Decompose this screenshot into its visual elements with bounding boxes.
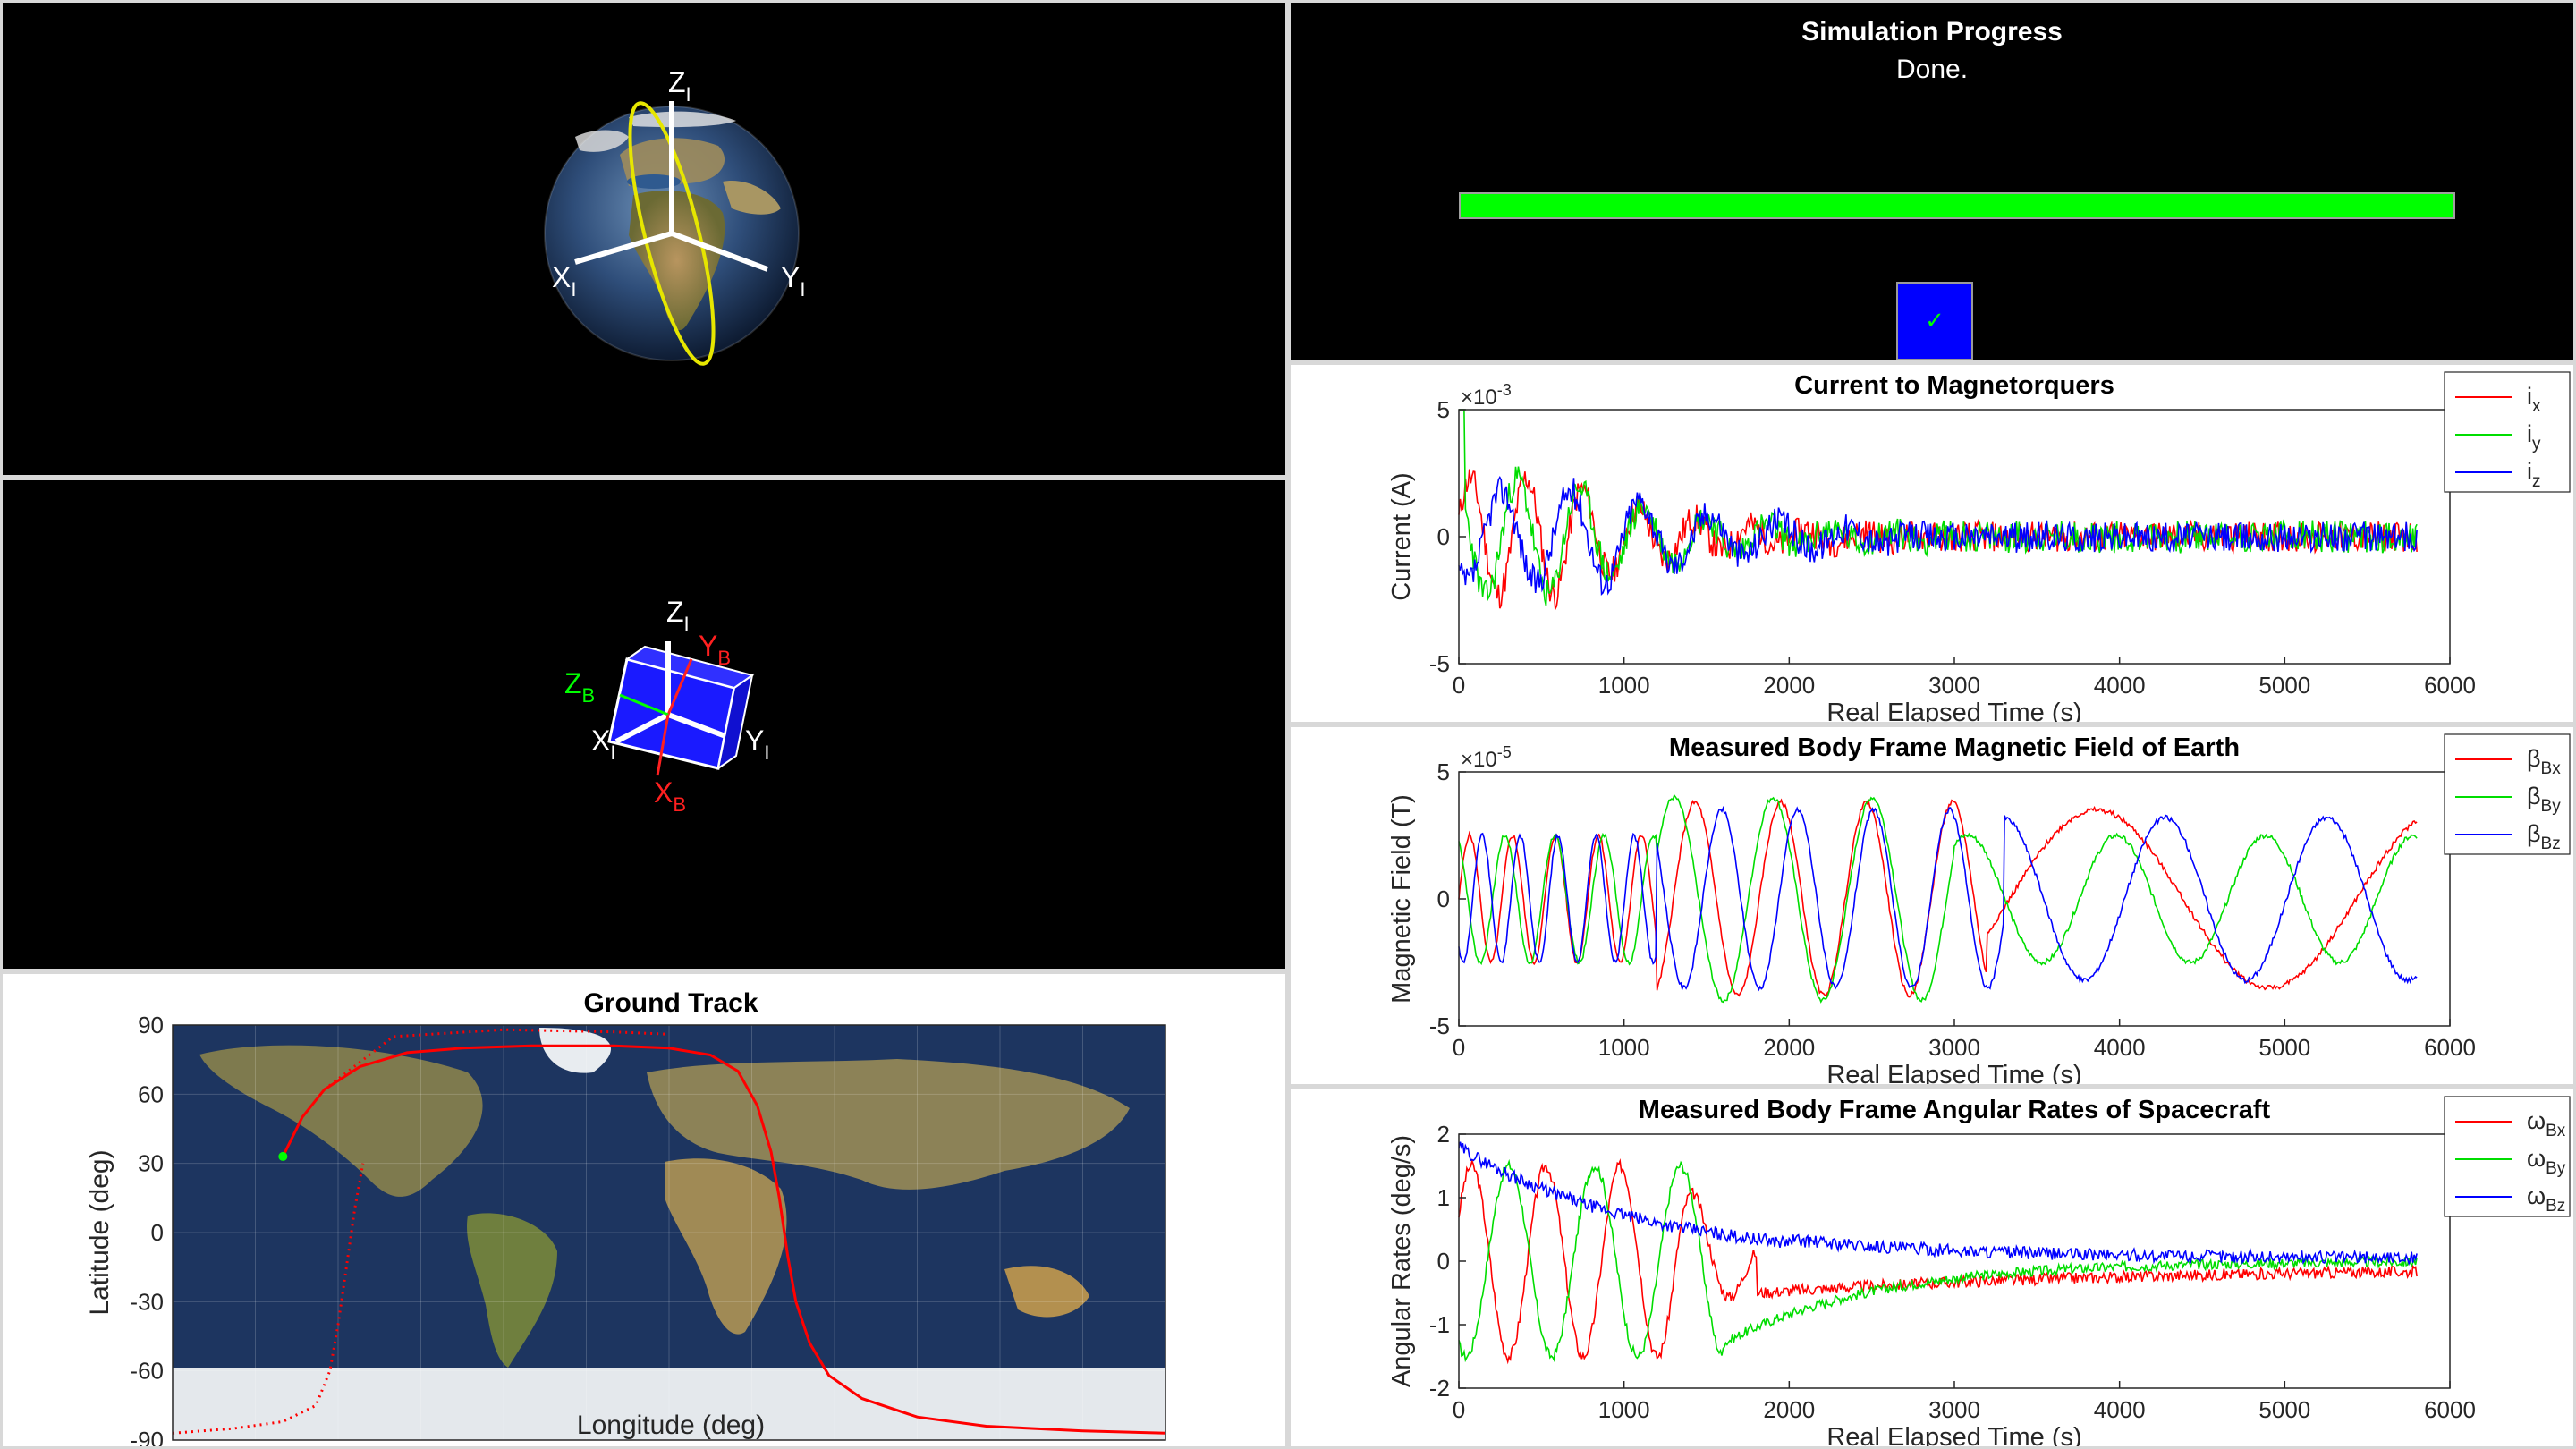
y-tick-label: 0 <box>1437 886 1450 912</box>
x-tick-label: 1000 <box>1598 672 1650 699</box>
chart-title: Measured Body Frame Angular Rates of Spa… <box>1639 1096 2271 1124</box>
x-axis-label: Real Elapsed Time (s) <box>1826 699 2081 724</box>
x-axis-label: Real Elapsed Time (s) <box>1826 1061 2081 1087</box>
y-axis-label: Magnetic Field (T) <box>1387 794 1416 1004</box>
x-tick-label: 1000 <box>1598 1034 1650 1061</box>
y-tick-label: 90 <box>138 1012 164 1038</box>
body-axis-label-yi: YI <box>745 724 769 764</box>
ground-track-y-ticks: 90 60 30 0 -30 -60 -90 <box>130 1012 164 1449</box>
progress-bar-fill <box>1461 194 2453 217</box>
x-tick-label: 6000 <box>2424 672 2476 699</box>
y-tick-label: -5 <box>1429 1013 1450 1039</box>
y-tick-label: 0 <box>1437 523 1450 550</box>
inertial-axis-label-y: YI <box>781 261 805 301</box>
x-axis-label: Real Elapsed Time (s) <box>1826 1423 2081 1449</box>
y-tick-label: 2 <box>1437 1121 1450 1148</box>
y-tick-label: 0 <box>1437 1248 1450 1275</box>
rates-chart: Measured Body Frame Angular Rates of Spa… <box>1387 1096 2571 1449</box>
y-axis-label: Current (A) <box>1387 472 1416 600</box>
chart-series-group <box>1458 409 2418 612</box>
x-tick-label: 2000 <box>1763 1034 1815 1061</box>
y-tick-label: -2 <box>1429 1375 1450 1402</box>
body-view-canvas: ZI YB ZB XI YI XB <box>564 596 769 816</box>
series-line-by <box>1458 793 2418 1004</box>
x-tick-label: 3000 <box>1928 1396 1980 1423</box>
x-tick-label: 4000 <box>2094 1396 2146 1423</box>
progress-bar-track <box>1459 192 2455 219</box>
inertial-view-panel[interactable]: ZI XI YI <box>0 0 1288 478</box>
x-tick-label: 4000 <box>2094 1034 2146 1061</box>
inertial-view-canvas: ZI XI YI <box>544 66 805 366</box>
axis-exponent-label: ×10-3 <box>1461 381 1512 410</box>
x-tick-label: 3000 <box>1928 1034 1980 1061</box>
current-panel[interactable]: Current to Magnetorquers 0 1000 2000 3000 400… <box>1288 362 2576 724</box>
series-line-bx <box>1458 798 2418 998</box>
body-view-panel[interactable]: ZI YB ZB XI YI XB <box>0 478 1288 971</box>
body-axis-label-xb: XB <box>654 776 686 816</box>
x-tick-label: 0 <box>1453 672 1465 699</box>
svg-text:YI: YI <box>781 261 805 301</box>
x-tick-label: 5000 <box>2258 1034 2310 1061</box>
x-tick-label: 5000 <box>2258 1396 2310 1423</box>
magfield-panel[interactable]: Measured Body Frame Magnetic Field of Ea… <box>1288 724 2576 1087</box>
x-tick-label: 6000 <box>2424 1034 2476 1061</box>
x-tick-label: 6000 <box>2424 1396 2476 1423</box>
ground-track-xlabel: Longitude (deg) <box>577 1411 765 1440</box>
y-tick-label: 30 <box>138 1150 164 1177</box>
y-tick-label: 60 <box>138 1080 164 1107</box>
progress-title: Simulation Progress <box>1801 17 2063 47</box>
current-chart: Current to Magnetorquers 0 1000 2000 3000 400… <box>1387 371 2571 724</box>
y-tick-label: -90 <box>130 1427 164 1449</box>
progress-panel: Simulation Progress Done. ✓ <box>1288 0 2576 362</box>
ground-track-start-point <box>278 1151 288 1161</box>
y-tick-label: 5 <box>1437 396 1450 423</box>
ground-track-chart: Ground Track -180-150-120-90-60-30030609… <box>85 988 1166 1449</box>
y-tick-label: 0 <box>151 1219 164 1246</box>
svg-text:YI: YI <box>745 724 769 764</box>
magfield-chart: Measured Body Frame Magnetic Field of Ea… <box>1387 733 2571 1087</box>
axis-exponent-label: ×10-5 <box>1461 743 1512 772</box>
body-axis-label-zb: ZB <box>564 667 595 707</box>
y-tick-label: 5 <box>1437 758 1450 785</box>
svg-text:ZB: ZB <box>564 667 595 707</box>
x-tick-label: 4000 <box>2094 672 2146 699</box>
chart-title: Current to Magnetorquers <box>1794 371 2114 400</box>
rates-panel[interactable]: Measured Body Frame Angular Rates of Spa… <box>1288 1087 2576 1449</box>
x-tick-label: 2000 <box>1763 1396 1815 1423</box>
svg-text:ZI: ZI <box>666 596 690 635</box>
ground-track-ylabel: Latitude (deg) <box>85 1149 114 1315</box>
y-axis-label: Angular Rates (deg/s) <box>1387 1135 1416 1387</box>
body-axis-label-zi: ZI <box>666 596 690 635</box>
y-tick-label: -5 <box>1429 650 1450 677</box>
legend-box <box>2444 371 2571 493</box>
x-tick-label: 5000 <box>2258 672 2310 699</box>
axes-box <box>1458 771 2451 1027</box>
x-tick-label: 3000 <box>1928 672 1980 699</box>
x-tick-label: 0 <box>1453 1034 1465 1061</box>
inertial-axis-label-z: ZI <box>668 66 691 106</box>
chart-legend[interactable]: ωBxωByωBz <box>2444 1096 2571 1217</box>
x-tick-label: 0 <box>1453 1396 1465 1423</box>
y-tick-label: -30 <box>130 1288 164 1315</box>
svg-text:ZI: ZI <box>668 66 691 106</box>
y-tick-label: -1 <box>1429 1311 1450 1338</box>
chart-series-group <box>1458 1141 2418 1365</box>
series-line-y <box>1459 409 2418 606</box>
chart-title: Measured Body Frame Magnetic Field of Ea… <box>1669 733 2240 762</box>
y-tick-label: 1 <box>1437 1184 1450 1211</box>
x-tick-label: 2000 <box>1763 672 1815 699</box>
progress-status: Done. <box>1895 55 1969 84</box>
chart-series-group <box>1458 793 2418 1004</box>
checkmark-icon: ✓ <box>1925 308 1945 335</box>
x-tick-label: 1000 <box>1598 1396 1650 1423</box>
chart-legend[interactable]: ixiyiz <box>2444 371 2571 493</box>
y-tick-label: -60 <box>130 1358 164 1385</box>
series-line-bz <box>1458 1141 2418 1267</box>
ground-track-panel[interactable]: Ground Track -180-150-120-90-60-30030609… <box>0 971 1288 1449</box>
done-button[interactable]: ✓ <box>1896 282 1973 360</box>
svg-text:XB: XB <box>654 776 686 816</box>
chart-legend[interactable]: βBxβByβBz <box>2444 733 2571 855</box>
ground-track-title: Ground Track <box>583 988 758 1018</box>
